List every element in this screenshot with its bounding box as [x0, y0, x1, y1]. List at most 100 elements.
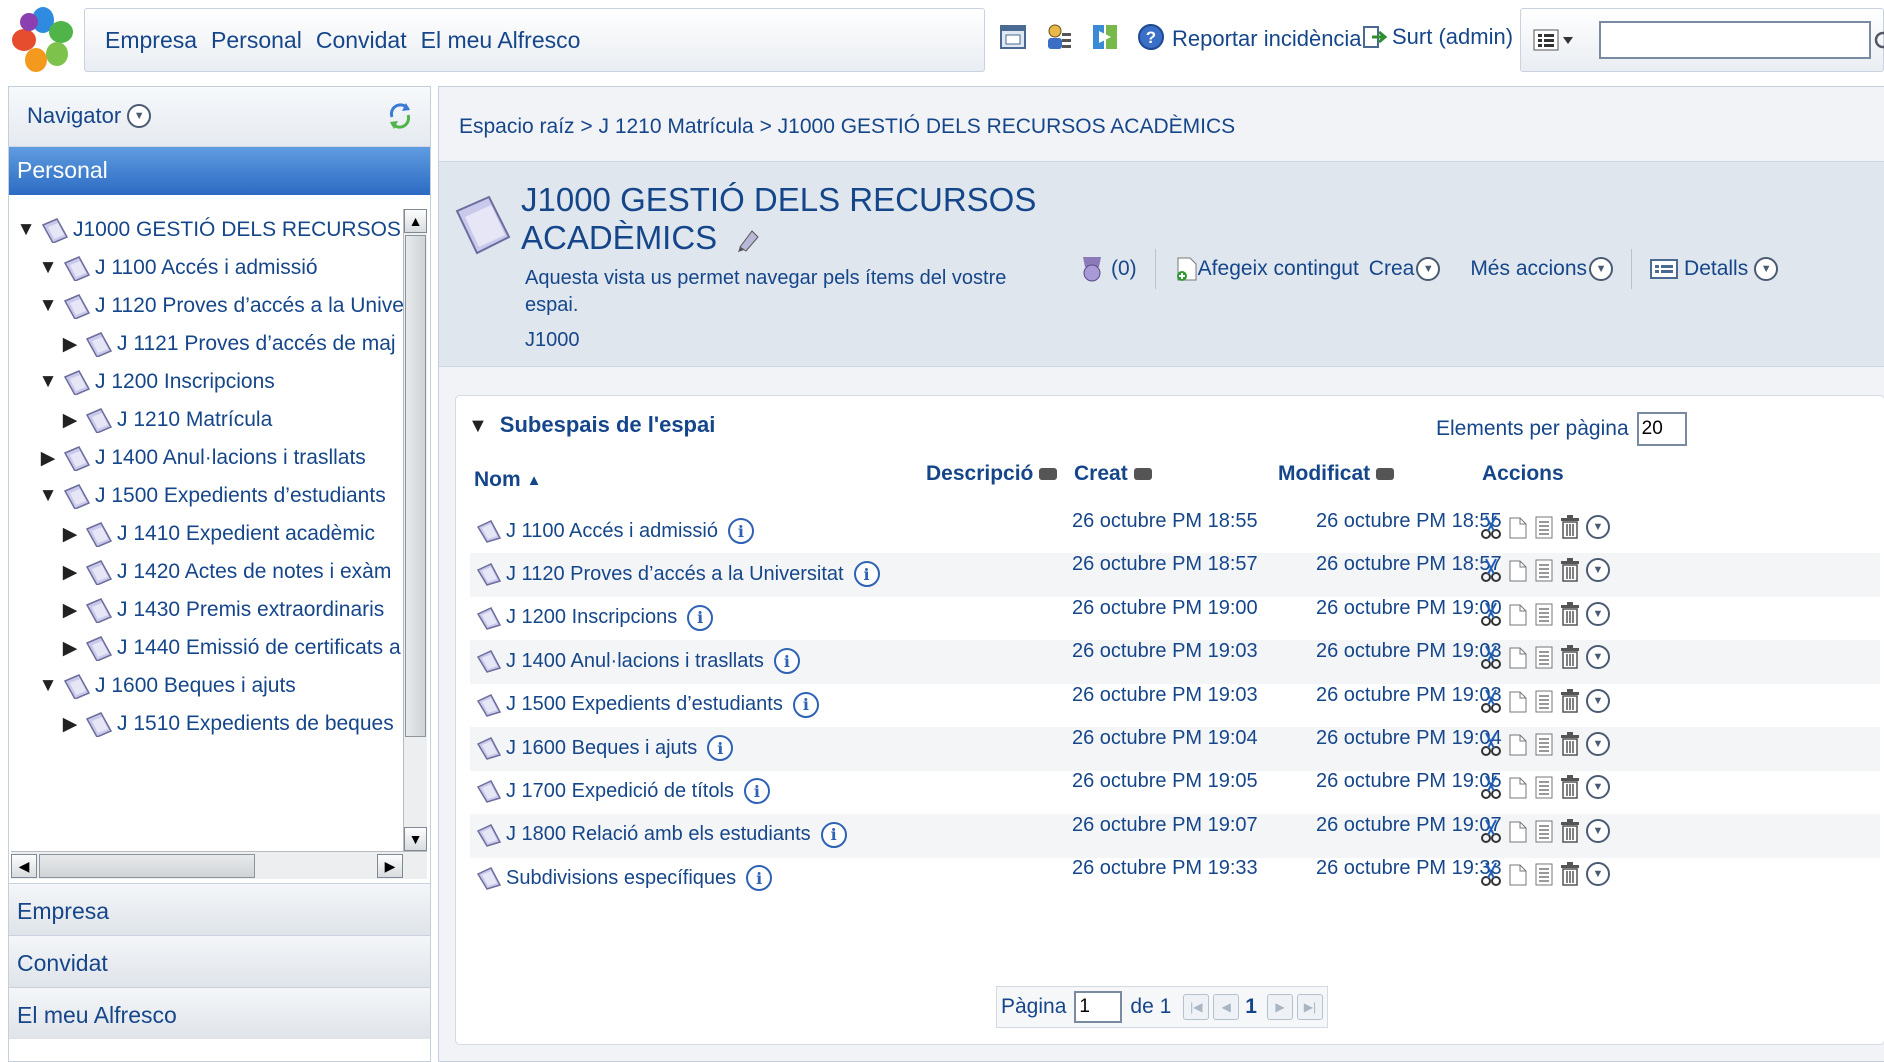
tree-node[interactable]: ▼ J 1120 Proves d’accés a la Unive	[37, 287, 404, 325]
tree-node-label[interactable]: J 1600 Beques i ajuts	[95, 674, 296, 698]
space-name-link[interactable]: J 1800 Relació amb els estudiants	[506, 823, 811, 846]
report-issue-link[interactable]: Reportar incidència	[1172, 26, 1362, 52]
details-icon[interactable]	[1534, 861, 1554, 887]
space-name-link[interactable]: J 1120 Proves d’accés a la Universitat	[506, 563, 844, 586]
space-name-cell[interactable]: J 1120 Proves d’accés a la Universitat i	[476, 561, 880, 588]
tree-node-label[interactable]: J 1121 Proves d’accés de maj	[117, 332, 396, 356]
collapsed-arrow-icon[interactable]: ▶	[59, 713, 81, 736]
more-actions-icon[interactable]: ▼	[1586, 862, 1616, 887]
expanded-arrow-icon[interactable]: ▼	[37, 295, 59, 317]
space-name-link[interactable]: Subdivisions específiques	[506, 867, 736, 890]
collapsed-arrow-icon[interactable]: ▶	[59, 561, 81, 584]
tree-node[interactable]: ▶ J 1121 Proves d’accés de maj	[59, 325, 396, 363]
details-icon[interactable]	[1534, 514, 1554, 540]
discussion-icon[interactable]	[1079, 255, 1105, 283]
copy-icon[interactable]	[1508, 861, 1528, 887]
copy-icon[interactable]	[1508, 731, 1528, 757]
tree-vertical-scrollbar[interactable]: ▲ ▼	[403, 209, 427, 851]
tree-node[interactable]: ▼ J 1600 Beques i ajuts	[37, 667, 296, 705]
copy-icon[interactable]	[1508, 688, 1528, 714]
cut-icon[interactable]	[1480, 644, 1502, 670]
tree-node[interactable]: ▶ J 1410 Expedient acadèmic	[59, 515, 375, 553]
admin-console-icon[interactable]	[998, 22, 1028, 52]
tree-node[interactable]: ▼ J 1100 Accés i admissió	[37, 249, 318, 287]
tree-node-label[interactable]: J 1500 Expedients d’estudiants	[95, 484, 386, 508]
navigator-menu[interactable]: Navigator ▼	[27, 103, 152, 129]
details-icon[interactable]	[1534, 688, 1554, 714]
collapsed-arrow-icon[interactable]: ▶	[37, 447, 59, 470]
space-name-cell[interactable]: J 1500 Expedients d’estudiants i	[476, 691, 819, 718]
more-actions-icon[interactable]: ▼	[1586, 558, 1616, 583]
delete-icon[interactable]	[1560, 731, 1580, 757]
info-icon[interactable]: i	[773, 648, 800, 675]
tree-node-label[interactable]: J 1410 Expedient acadèmic	[117, 522, 375, 546]
space-name-link[interactable]: J 1200 Inscripcions	[506, 606, 677, 629]
more-actions-icon[interactable]: ▼	[1586, 645, 1616, 670]
info-icon[interactable]: i	[707, 735, 734, 761]
info-icon[interactable]: i	[820, 821, 847, 848]
cut-icon[interactable]	[1480, 601, 1502, 627]
expanded-arrow-icon[interactable]: ▼	[37, 485, 59, 507]
space-name-cell[interactable]: J 1200 Inscripcions i	[476, 604, 714, 631]
cut-icon[interactable]	[1480, 818, 1502, 844]
space-name-link[interactable]: J 1500 Expedients d’estudiants	[506, 693, 783, 716]
delete-icon[interactable]	[1560, 774, 1580, 800]
expanded-arrow-icon[interactable]: ▼	[15, 219, 37, 241]
logout-link[interactable]: Surt (admin)	[1362, 24, 1513, 50]
nav-section-empresa[interactable]: Empresa	[9, 883, 430, 935]
details-icon[interactable]	[1534, 731, 1554, 757]
tree-node[interactable]: ▶ J 1210 Matrícula	[59, 401, 272, 439]
nav-section-personal[interactable]: Personal	[9, 147, 430, 195]
more-actions-icon[interactable]: ▼	[1586, 732, 1616, 756]
previous-page-button[interactable]: ◀	[1213, 994, 1240, 1020]
expanded-arrow-icon[interactable]: ▼	[37, 257, 59, 279]
refresh-icon[interactable]	[384, 99, 416, 136]
tree-horizontal-scrollbar[interactable]: ◀ ▶	[11, 851, 427, 879]
column-header-description[interactable]: Descripció	[926, 462, 1058, 486]
tree-node-label[interactable]: J 1100 Accés i admissió	[95, 256, 318, 280]
per-page-input[interactable]	[1636, 412, 1687, 446]
info-icon[interactable]: i	[746, 865, 773, 892]
search-icon[interactable]	[1874, 31, 1884, 58]
collapsed-arrow-icon[interactable]: ▶	[59, 409, 81, 432]
info-icon[interactable]: i	[687, 604, 714, 631]
collapsed-arrow-icon[interactable]: ▶	[59, 637, 81, 660]
collapsed-arrow-icon[interactable]: ▶	[59, 523, 81, 546]
delete-icon[interactable]	[1560, 644, 1580, 670]
space-name-link[interactable]: J 1400 Anul·lacions i trasllats	[506, 650, 764, 673]
tree-node-label[interactable]: J 1400 Anul·lacions i trasllats	[95, 446, 366, 470]
tree-node[interactable]: ▶ J 1430 Premis extraordinaris	[59, 591, 384, 629]
delete-icon[interactable]	[1560, 861, 1580, 887]
copy-icon[interactable]	[1508, 818, 1528, 844]
tree-node-label[interactable]: J 1420 Actes de notes i exàm	[117, 560, 391, 584]
tree-node[interactable]: ▼ J1000 GESTIÓ DELS RECURSOS AC	[15, 211, 404, 249]
copy-icon[interactable]	[1508, 601, 1528, 627]
search-input[interactable]	[1599, 21, 1871, 59]
horizontal-scroll-thumb[interactable]	[39, 854, 255, 878]
last-page-button[interactable]: ▶|	[1296, 994, 1323, 1020]
subspaces-header[interactable]: ▼ Subespais de l'espai	[468, 412, 715, 438]
user-profile-icon[interactable]	[1044, 22, 1074, 52]
space-name-cell[interactable]: J 1100 Accés i admissió i	[476, 518, 754, 544]
breadcrumb[interactable]: Espacio raíz > J 1210 Matrícula > J1000 …	[459, 115, 1235, 139]
info-icon[interactable]: i	[727, 518, 754, 544]
column-header-modified[interactable]: Modificat	[1278, 462, 1395, 486]
scroll-thumb[interactable]	[405, 235, 426, 737]
more-actions-icon[interactable]: ▼	[1586, 775, 1616, 800]
first-page-button[interactable]: |◀	[1183, 994, 1210, 1020]
space-name-link[interactable]: J 1100 Accés i admissió	[506, 520, 718, 543]
info-icon[interactable]: i	[743, 778, 770, 805]
toggle-shelf-icon[interactable]	[1090, 22, 1120, 52]
cut-icon[interactable]	[1480, 688, 1502, 714]
create-menu[interactable]: Crea ▼	[1369, 257, 1441, 281]
more-actions-icon[interactable]: ▼	[1586, 818, 1616, 843]
tree-node-label[interactable]: J 1200 Inscripcions	[95, 370, 275, 394]
scroll-down-button[interactable]: ▼	[404, 827, 427, 851]
next-page-button[interactable]: ▶	[1266, 994, 1293, 1020]
add-content-link[interactable]: Afegeix contingut	[1198, 257, 1359, 281]
tree-node-label[interactable]: J 1510 Expedients de beques	[117, 712, 394, 736]
info-icon[interactable]: i	[853, 561, 880, 588]
cut-icon[interactable]	[1480, 861, 1502, 887]
discussion-count[interactable]: (0)	[1111, 257, 1137, 281]
nav-section-convidat[interactable]: Convidat	[9, 935, 430, 987]
